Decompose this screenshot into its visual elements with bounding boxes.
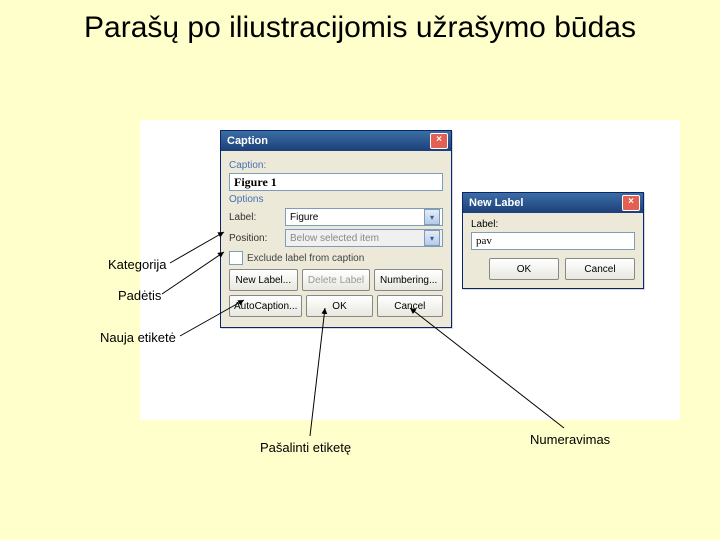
position-field-label: Position: (229, 233, 279, 244)
label-field-label: Label: (229, 212, 279, 223)
new-label-input[interactable] (471, 232, 635, 250)
new-label-dialog: New Label × Label: OK Cancel (462, 192, 644, 289)
new-label-ok-button[interactable]: OK (489, 258, 559, 280)
position-combo[interactable]: Below selected item ▾ (285, 229, 443, 247)
chevron-down-icon: ▾ (424, 209, 440, 225)
annotation-numeravimas: Numeravimas (530, 432, 610, 447)
caption-dialog-title: Caption (227, 135, 268, 147)
screenshot-region: Caption × Caption: Options Label: Figure… (140, 120, 680, 420)
ok-button[interactable]: OK (306, 295, 372, 317)
options-section-label: Options (229, 194, 443, 205)
new-label-dialog-titlebar: New Label × (463, 193, 643, 213)
caption-input[interactable] (229, 173, 443, 191)
position-combo-value: Below selected item (290, 233, 379, 244)
annotation-kategorija: Kategorija (108, 257, 167, 272)
slide-title: Parašų po iliustracijomis užrašymo būdas (0, 0, 720, 46)
caption-dialog: Caption × Caption: Options Label: Figure… (220, 130, 452, 328)
label-combo[interactable]: Figure ▾ (285, 208, 443, 226)
numbering-button[interactable]: Numbering... (374, 269, 443, 291)
annotation-nauja: Nauja etiketė (100, 330, 176, 345)
close-icon[interactable]: × (622, 195, 640, 211)
exclude-checkbox[interactable] (229, 251, 243, 265)
annotation-padetis: Padėtis (118, 288, 161, 303)
chevron-down-icon: ▾ (424, 230, 440, 246)
label-combo-value: Figure (290, 212, 318, 223)
new-label-cancel-button[interactable]: Cancel (565, 258, 635, 280)
exclude-checkbox-label: Exclude label from caption (247, 253, 364, 264)
autocaption-button[interactable]: AutoCaption... (229, 295, 302, 317)
new-label-dialog-title: New Label (469, 197, 523, 209)
caption-dialog-titlebar: Caption × (221, 131, 451, 151)
cancel-button[interactable]: Cancel (377, 295, 443, 317)
delete-label-button[interactable]: Delete Label (302, 269, 371, 291)
close-icon[interactable]: × (430, 133, 448, 149)
annotation-pasalinti: Pašalinti etiketę (260, 440, 351, 455)
new-label-field-label: Label: (471, 219, 635, 230)
new-label-button[interactable]: New Label... (229, 269, 298, 291)
caption-section-label: Caption: (229, 160, 443, 171)
